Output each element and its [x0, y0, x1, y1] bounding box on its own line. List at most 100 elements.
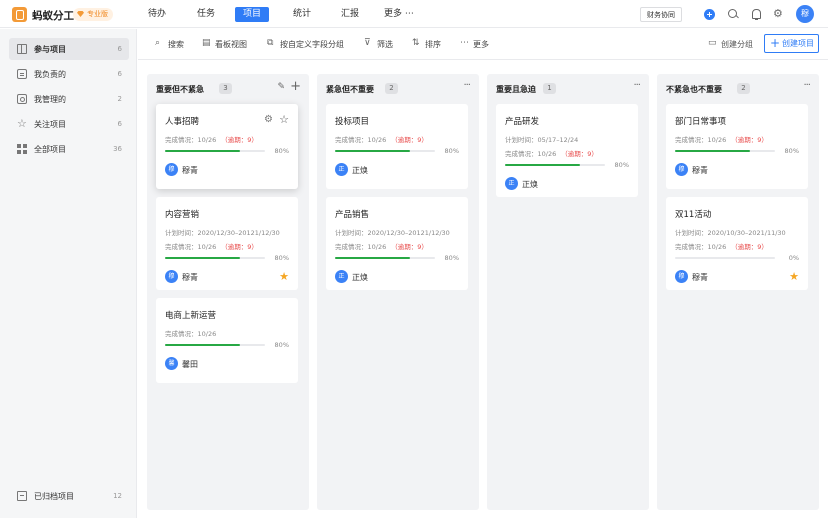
- create-group-button[interactable]: ▭ 创建分组: [708, 39, 753, 50]
- plan-label: 计划时间：: [165, 229, 198, 237]
- filter-icon: ⊽: [364, 38, 371, 48]
- sidebar-item-all[interactable]: 全部项目 36: [9, 138, 129, 160]
- sidebar-item-count: 6: [117, 70, 122, 78]
- progress-bar: [505, 164, 605, 166]
- nav-projects[interactable]: 项目: [235, 7, 270, 22]
- board-column: 重要但不紧急 3 ✎ + 人事招聘 完成情况：10/26 （逾期：9） 80% 穆穆青 ⚙ ☆ 内容营…: [147, 74, 309, 510]
- sidebar-item-responsible[interactable]: 我负责的 6: [9, 63, 129, 85]
- nav-todo[interactable]: 待办: [140, 7, 174, 22]
- owner-name: 正焕: [352, 166, 368, 175]
- nav-tasks[interactable]: 任务: [189, 7, 223, 22]
- add-card-icon[interactable]: +: [290, 79, 301, 94]
- progress-percent: 80%: [274, 147, 289, 155]
- progress-bar: [675, 257, 775, 259]
- create-project-button[interactable]: 创建项目: [764, 34, 819, 53]
- owner-avatar[interactable]: 穆: [675, 270, 688, 283]
- sidebar-item-label: 关注项目: [34, 120, 66, 129]
- nav-stats[interactable]: 统计: [285, 7, 319, 22]
- sidebar-item-followed[interactable]: ☆ 关注项目 6: [9, 113, 129, 135]
- plan-time: 计划时间：2020/10/30–2021/11/30: [675, 227, 786, 237]
- owner-avatar[interactable]: 穆: [165, 163, 178, 176]
- completion-value: 10/26: [197, 330, 217, 338]
- card-title: 产品销售: [335, 210, 370, 220]
- edit-column-icon[interactable]: ✎: [277, 82, 285, 92]
- owner-avatar[interactable]: 正: [335, 163, 348, 176]
- sidebar-item-managed[interactable]: 我管理的 2: [9, 88, 129, 110]
- card-title: 部门日常事项: [675, 117, 727, 127]
- column-more-icon[interactable]: ···: [633, 80, 640, 91]
- overdue-count: （逾期：9）: [221, 243, 258, 251]
- project-card[interactable]: 部门日常事项 完成情况：10/26 （逾期：9） 80% 穆穆青: [666, 104, 808, 189]
- column-title: 重要且急迫: [496, 85, 536, 94]
- progress-fill: [335, 257, 410, 259]
- owner-avatar[interactable]: 穆: [675, 163, 688, 176]
- plan-time: 计划时间：05/17–12/24: [505, 134, 578, 144]
- column-more-icon[interactable]: ···: [463, 80, 470, 91]
- project-card[interactable]: 电商上新运营 完成情况：10/26 80% 馨馨田: [156, 298, 298, 383]
- more-icon: ⋯: [460, 38, 469, 48]
- progress-percent: 80%: [274, 341, 289, 349]
- card-title: 人事招聘: [165, 117, 200, 127]
- plan-label: 计划时间：: [675, 229, 708, 237]
- sidebar-item-participating[interactable]: 参与项目 6: [9, 38, 129, 60]
- owner-avatar[interactable]: 正: [335, 270, 348, 283]
- owner-avatar[interactable]: 馨: [165, 357, 178, 370]
- owner-avatar[interactable]: 穆: [165, 270, 178, 283]
- project-card[interactable]: 人事招聘 完成情况：10/26 （逾期：9） 80% 穆穆青 ⚙ ☆: [156, 104, 298, 189]
- completion-status: 完成情况：10/26 （逾期：9）: [505, 148, 598, 158]
- sidebar-item-count: 2: [117, 95, 122, 103]
- more-button[interactable]: ⋯ 更多: [460, 39, 489, 50]
- search-button[interactable]: ⌕ 搜索: [155, 39, 184, 50]
- kanban-board: 重要但不紧急 3 ✎ + 人事招聘 完成情况：10/26 （逾期：9） 80% 穆穆青 ⚙ ☆ 内容营…: [138, 61, 828, 518]
- add-circle-icon[interactable]: [704, 9, 715, 20]
- user-avatar[interactable]: 穆: [796, 5, 814, 23]
- sidebar-item-count: 6: [117, 45, 122, 53]
- board-view-button[interactable]: ▤ 看板视图: [202, 39, 247, 50]
- column-more-icon[interactable]: ···: [803, 80, 810, 91]
- star-filled-icon[interactable]: ★: [279, 271, 289, 282]
- project-card[interactable]: 双11活动 计划时间：2020/10/30–2021/11/30 完成情况：10/2…: [666, 197, 808, 290]
- sidebar-item-label: 全部项目: [34, 145, 66, 154]
- group-by-button[interactable]: ⧉ 按自定义字段分组: [267, 39, 344, 50]
- project-card[interactable]: 产品销售 计划时间：2020/12/30–20121/12/30 完成情况：10/2…: [326, 197, 468, 290]
- star-filled-icon[interactable]: ★: [789, 271, 799, 282]
- project-card[interactable]: 内容营销 计划时间：2020/12/30–20121/12/30 完成情况：10/2…: [156, 197, 298, 290]
- plan-time: 计划时间：2020/12/30–20121/12/30: [165, 227, 280, 237]
- overdue-count: （逾期：9）: [221, 136, 258, 144]
- bell-icon[interactable]: [751, 9, 762, 20]
- search-icon[interactable]: [728, 9, 739, 20]
- progress-bar: [165, 257, 265, 259]
- completion-value: 10/26: [197, 136, 217, 144]
- card-title: 产品研发: [505, 117, 540, 127]
- nav-reports[interactable]: 汇报: [333, 7, 367, 22]
- pro-badge: 专业版: [73, 8, 113, 21]
- progress-bar: [335, 150, 435, 152]
- filter-button[interactable]: ⊽ 筛选: [364, 39, 393, 50]
- star-outline-icon[interactable]: ☆: [279, 114, 289, 125]
- board-column: 重要且急迫 1 ··· 产品研发 计划时间：05/17–12/24 完成情况：10/26 （…: [487, 74, 649, 510]
- owner-name: 正焕: [522, 180, 538, 189]
- project-card[interactable]: 产品研发 计划时间：05/17–12/24 完成情况：10/26 （逾期：9） 80% 正…: [496, 104, 638, 197]
- board-icon: ▤: [202, 38, 211, 48]
- card-settings-icon[interactable]: ⚙: [264, 114, 273, 125]
- finance-collab-button[interactable]: 财务协同: [640, 7, 682, 22]
- sort-button[interactable]: ⇅ 排序: [412, 39, 441, 50]
- nav-more[interactable]: 更多: [376, 7, 422, 22]
- progress-percent: 80%: [784, 147, 799, 155]
- progress-bar: [165, 150, 265, 152]
- completion-label: 完成情况：: [165, 243, 198, 251]
- sidebar-item-count: 12: [113, 492, 122, 500]
- completion-status: 完成情况：10/26 （逾期：9）: [675, 134, 768, 144]
- owner-avatar[interactable]: 正: [505, 177, 518, 190]
- project-card[interactable]: 投标项目 完成情况：10/26 （逾期：9） 80% 正正焕: [326, 104, 468, 189]
- plan-range: 05/17–12/24: [537, 136, 579, 144]
- column-count-badge: 3: [219, 83, 232, 94]
- owner-name: 穆青: [182, 166, 198, 175]
- progress-percent: 80%: [274, 254, 289, 262]
- progress-fill: [335, 150, 410, 152]
- gear-icon[interactable]: ⚙: [773, 8, 784, 19]
- owner-name: 穆青: [182, 273, 198, 282]
- sidebar-item-archived[interactable]: 已归档项目 12: [9, 485, 129, 507]
- progress-percent: 80%: [444, 254, 459, 262]
- completion-value: 10/26: [707, 136, 727, 144]
